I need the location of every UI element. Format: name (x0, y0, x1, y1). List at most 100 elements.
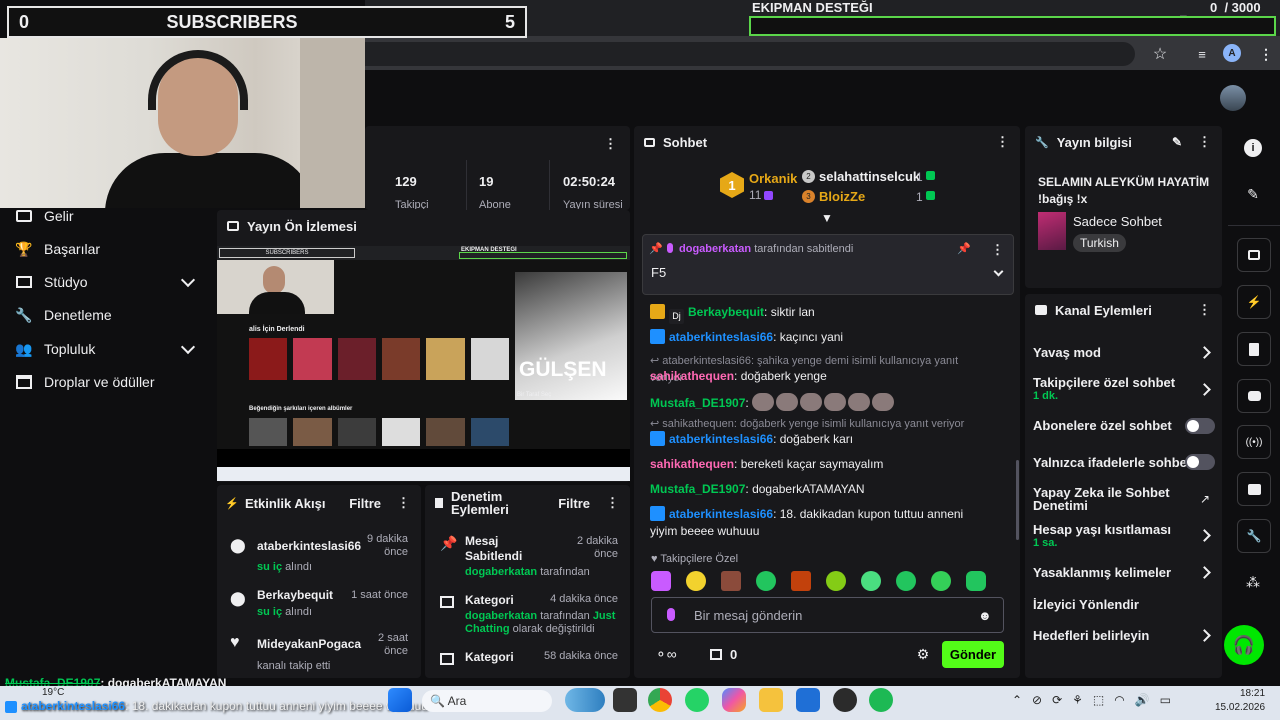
language-tag[interactable]: Turkish (1073, 234, 1126, 252)
chat-scrollbar[interactable] (1016, 460, 1019, 540)
sidebar-item-income[interactable]: Gelir (0, 201, 215, 231)
dolphin-widget-icon[interactable] (565, 688, 605, 712)
emote-icon[interactable] (896, 571, 916, 591)
ai-moderation-action[interactable]: Yapay Zeka ile Sohbet Denetimi (1033, 486, 1193, 512)
points-icon[interactable]: ⁂ (1244, 573, 1262, 591)
taskbar-search[interactable]: 🔍 Ara (422, 690, 552, 712)
channel-menu-icon[interactable]: ⋮ (1196, 302, 1212, 318)
followers-only-action[interactable]: Takipçilere özel sohbet 1 dk. (1033, 375, 1213, 402)
pencil-icon[interactable]: ✎ (1244, 185, 1262, 203)
category-name[interactable]: Sadece Sohbet (1073, 214, 1162, 229)
sidebar-item-achievements[interactable]: 🏆 Başarılar (0, 234, 215, 264)
copilot-icon[interactable] (722, 688, 746, 712)
send-button[interactable]: Gönder (942, 641, 1004, 668)
modlog-toggle-button[interactable] (1237, 332, 1271, 366)
broadcast-toggle-button[interactable]: ((•)) (1237, 425, 1271, 459)
chevron-down-icon[interactable] (993, 266, 1004, 277)
windows-start-icon[interactable] (388, 688, 412, 712)
activity-user[interactable]: MideyakanPogaca (257, 637, 361, 651)
profile-avatar[interactable]: A (1223, 44, 1241, 62)
emote-icon[interactable] (966, 571, 986, 591)
browser-menu-icon[interactable]: ⋮ (1258, 44, 1274, 64)
channel-points-icon[interactable]: ⚬∞ (655, 646, 677, 663)
emote-icon[interactable] (791, 571, 811, 591)
sidebar-item-moderation[interactable]: 🔧 Denetleme (0, 300, 215, 330)
raid-action[interactable]: İzleyici Yönlendir (1033, 597, 1213, 612)
chat-menu-icon[interactable]: ⋮ (994, 134, 1010, 150)
chat-username[interactable]: Mustafa_DE1907 (650, 482, 745, 496)
chat-username[interactable]: ataberkinteslasi66 (669, 507, 773, 521)
goals-action[interactable]: Hedefleri belirleyin (1033, 628, 1213, 643)
task-view-icon[interactable] (613, 688, 637, 712)
unpin-icon[interactable]: 📌 (957, 242, 971, 255)
star-icon[interactable]: ☆ (1150, 44, 1170, 64)
slow-mode-action[interactable]: Yavaş mod (1033, 345, 1213, 360)
filter-button[interactable]: Filtre (349, 496, 381, 511)
emote-icon[interactable] (861, 571, 881, 591)
chat-input[interactable]: Bir mesaj gönderin ☻ (651, 597, 1004, 633)
chat-username[interactable]: Mustafa_DE1907 (650, 396, 745, 410)
emote-icon[interactable] (721, 571, 741, 591)
preview-toggle-button[interactable] (1237, 238, 1271, 272)
preview-screen[interactable]: SUBSCRIBERS EKIPMAN DESTEĞI alis İçin De… (217, 246, 630, 481)
media-control-icon[interactable]: ≡ (1192, 44, 1212, 64)
collapse-icon[interactable]: ▼ (819, 211, 835, 225)
chat-username[interactable]: ataberkinteslasi66 (669, 432, 773, 446)
pinned-menu-icon[interactable]: ⋮ (989, 242, 1005, 258)
sidebar-item-community[interactable]: 👥 Topluluk (0, 334, 215, 364)
leaderboard-name[interactable]: selahattinselcuk (819, 169, 920, 184)
whatsapp-icon[interactable] (685, 688, 709, 712)
emote-only-toggle[interactable] (1185, 454, 1215, 470)
emoji-icon[interactable]: ☻ (978, 608, 992, 623)
taskbar-date[interactable]: 15.02.2026 (1215, 702, 1265, 713)
emote-icon[interactable] (756, 571, 776, 591)
activity-toggle-button[interactable]: ⚡ (1237, 285, 1271, 319)
pinned-by[interactable]: dogaberkatan (679, 243, 751, 255)
store-icon[interactable] (796, 688, 820, 712)
tray-icons[interactable]: ⌃⊘⟳⚘⬚◠🔊▭ (1012, 693, 1181, 707)
mic-icon[interactable] (667, 608, 675, 621)
gear-icon[interactable]: ⚙ (914, 645, 932, 663)
emote-icon[interactable] (826, 571, 846, 591)
chat-username[interactable]: ataberkinteslasi66 (669, 330, 773, 344)
leaderboard-name[interactable]: BloizZe (819, 189, 865, 204)
chat-toggle-button[interactable] (1237, 379, 1271, 413)
activity-user[interactable]: ataberkinteslasi66 (257, 539, 361, 553)
sidebar-item-drops[interactable]: Droplar ve ödüller (0, 367, 215, 397)
tools-toggle-button[interactable]: 🔧 (1237, 519, 1271, 553)
modlog-menu-icon[interactable]: ⋮ (604, 495, 620, 511)
chrome-icon[interactable] (648, 688, 672, 712)
activity-menu-icon[interactable]: ⋮ (395, 495, 411, 511)
category-thumbnail[interactable] (1038, 212, 1066, 250)
stats-menu-icon[interactable]: ⋮ (602, 136, 618, 152)
spotify-icon[interactable] (869, 688, 893, 712)
actions-toggle-button[interactable] (1237, 472, 1271, 506)
taskbar-time[interactable]: 18:21 (1240, 688, 1265, 699)
obs-icon[interactable] (833, 688, 857, 712)
activity-user[interactable]: Berkaybequit (257, 588, 333, 602)
leaderboard-leader-name[interactable]: Orkanik (749, 171, 797, 186)
emote-icon[interactable] (686, 571, 706, 591)
info-icon[interactable]: i (1244, 139, 1262, 157)
address-bar[interactable] (365, 42, 1135, 66)
banned-words-action[interactable]: Yasaklanmış kelimeler (1033, 565, 1213, 580)
account-age-action[interactable]: Hesap yaşı kısıtlaması 1 sa. (1033, 522, 1213, 549)
streaminfo-menu-icon[interactable]: ⋮ (1196, 134, 1212, 150)
weather-temp[interactable]: 19°C (42, 687, 64, 698)
chat-username[interactable]: sahikathequen (650, 457, 734, 471)
user-avatar[interactable] (1220, 85, 1246, 111)
chat-username[interactable]: sahikathequen (650, 369, 734, 383)
filter-button[interactable]: Filtre (558, 496, 590, 511)
file-explorer-icon[interactable] (759, 688, 783, 712)
points-balance[interactable]: 0 (710, 647, 737, 662)
preview-left-heading: alis İçin Derlendi (249, 326, 305, 333)
moderator-name[interactable]: dogaberkatan (465, 566, 537, 578)
emote-icon[interactable] (651, 571, 671, 591)
moderator-name[interactable]: dogaberkatan (465, 610, 537, 622)
subscribers-only-toggle[interactable] (1185, 418, 1215, 434)
emote-icon[interactable] (931, 571, 951, 591)
sidebar-item-studio[interactable]: Stüdyo (0, 267, 215, 297)
chat-username[interactable]: Berkaybequit (688, 305, 764, 319)
support-button[interactable]: 🎧 (1224, 625, 1264, 665)
pencil-icon[interactable]: ✎ (1172, 135, 1182, 149)
